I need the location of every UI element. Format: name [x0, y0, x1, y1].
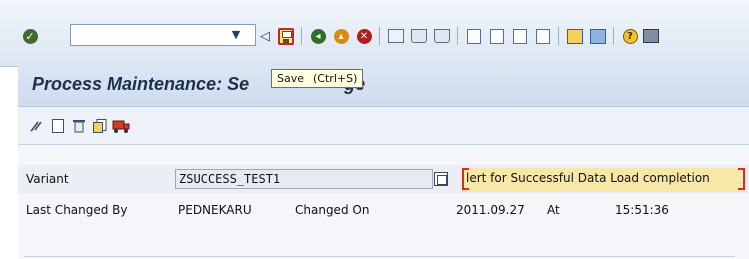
help-button[interactable]: ?: [620, 26, 640, 46]
variant-field[interactable]: ZSUCCESS_TEST1: [175, 169, 433, 189]
print-button[interactable]: [386, 26, 406, 46]
customize-button[interactable]: [641, 26, 661, 46]
create-button[interactable]: [49, 117, 67, 135]
toolbar-separator: [558, 27, 559, 45]
copy-button[interactable]: [91, 117, 109, 135]
changed-on-value: 2011.09.27: [456, 203, 525, 217]
copy-icon: [93, 119, 107, 133]
last-changed-by-label: Last Changed By: [26, 203, 128, 217]
back-icon: ◂: [310, 28, 326, 44]
first-page-icon: [467, 28, 481, 44]
find-next-button[interactable]: [432, 26, 452, 46]
tooltip-shortcut: (Ctrl+S): [313, 72, 358, 85]
back-arrow-icon[interactable]: ◁: [258, 26, 272, 46]
print-icon: [388, 29, 404, 43]
previous-page-icon: [490, 28, 504, 44]
find-next-icon: [434, 29, 450, 43]
help-icon: ?: [622, 28, 638, 44]
variant-label: Variant: [26, 172, 69, 186]
next-page-button[interactable]: [510, 26, 530, 46]
create-session-icon: [567, 28, 583, 44]
save-tooltip: Save (Ctrl+S): [271, 69, 364, 88]
shortcut-icon: [590, 28, 606, 44]
save-icon: [278, 27, 294, 45]
at-label: At: [547, 203, 560, 217]
dropdown-icon[interactable]: ▼: [226, 26, 246, 44]
variant-description-field[interactable]: lert for Successful Data Load completion: [462, 168, 745, 192]
cancel-button[interactable]: ✕: [354, 26, 374, 46]
at-value: 15:51:36: [615, 203, 669, 217]
delete-icon: [73, 120, 85, 133]
last-page-button[interactable]: [533, 26, 553, 46]
title-bar: Process Maintenance: Sege: [18, 66, 749, 107]
last-changed-by-value: PEDNEKARU: [178, 203, 252, 217]
next-page-icon: [513, 28, 527, 44]
display-change-button[interactable]: [28, 117, 46, 135]
variant-form: Variant ZSUCCESS_TEST1 lert for Successf…: [18, 145, 749, 259]
create-icon: [52, 119, 64, 133]
exit-button[interactable]: ▴: [331, 26, 351, 46]
tooltip-label: Save: [277, 72, 305, 85]
save-button[interactable]: [276, 26, 296, 46]
delete-button[interactable]: [70, 117, 88, 135]
transport-button[interactable]: [112, 117, 130, 135]
divider: [24, 256, 735, 257]
copy-icon[interactable]: [434, 172, 448, 186]
toolbar-separator: [379, 27, 380, 45]
last-page-icon: [536, 28, 550, 44]
shortcut-button[interactable]: [588, 26, 608, 46]
display-change-icon: [30, 121, 42, 132]
system-toolbar: ✓ ▼ ◁ ◂ ▴ ✕ ?: [0, 0, 749, 67]
cancel-icon: ✕: [356, 28, 372, 44]
check-icon: ✓: [22, 28, 38, 44]
find-button[interactable]: [409, 26, 429, 46]
back-button[interactable]: ◂: [308, 26, 328, 46]
customize-icon: [643, 29, 659, 43]
exit-icon: ▴: [333, 28, 349, 44]
previous-page-button[interactable]: [487, 26, 507, 46]
changed-on-label: Changed On: [295, 203, 370, 217]
enter-button[interactable]: ✓: [20, 26, 40, 46]
toolbar-separator: [457, 27, 458, 45]
first-page-button[interactable]: [464, 26, 484, 46]
find-icon: [411, 29, 427, 43]
transport-icon: [112, 120, 130, 133]
page-title-left: Process Maintenance: Se: [32, 74, 250, 94]
create-session-button[interactable]: [565, 26, 585, 46]
toolbar-separator: [613, 27, 614, 45]
application-toolbar: [18, 107, 749, 145]
toolbar-separator: [301, 27, 302, 45]
